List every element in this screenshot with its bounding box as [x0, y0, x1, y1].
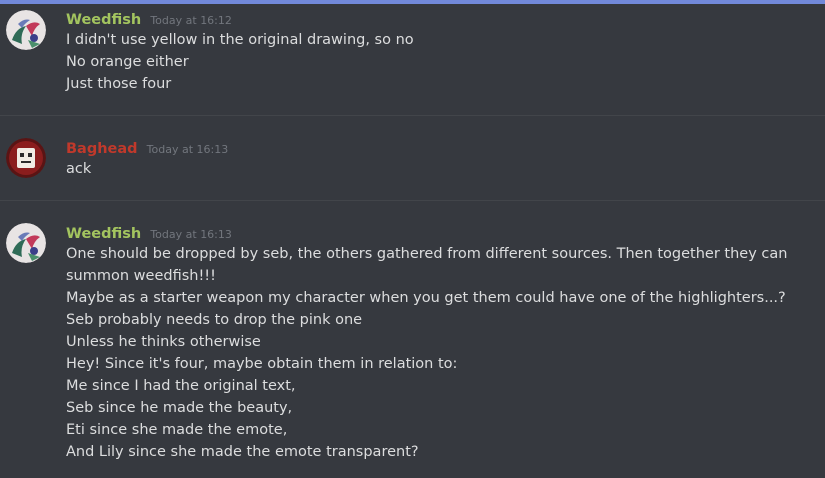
- message-content: I didn't use yellow in the original draw…: [66, 29, 796, 95]
- message-content: ack: [66, 158, 796, 180]
- message-divider: [0, 115, 825, 116]
- message-line: Hey! Since it's four, maybe obtain them …: [66, 356, 458, 372]
- top-accent-bar: [0, 0, 825, 4]
- message-line: Unless he thinks otherwise: [66, 334, 261, 350]
- baghead-avatar-icon: [6, 138, 46, 178]
- message-line: Just those four: [66, 76, 172, 92]
- message-header: Baghead Today at 16:13: [66, 138, 228, 157]
- weedfish-avatar-icon: [6, 10, 46, 50]
- message-line: Maybe as a starter weapon my character w…: [66, 290, 786, 306]
- message-line: ack: [66, 161, 92, 177]
- message-line: No orange either: [66, 54, 189, 70]
- message-line: Seb since he made the beauty,: [66, 400, 293, 416]
- timestamp[interactable]: Today at 16:13: [150, 228, 232, 241]
- username[interactable]: Baghead: [66, 141, 138, 157]
- user-avatar[interactable]: [6, 223, 46, 263]
- message-divider: [0, 200, 825, 201]
- user-avatar[interactable]: [6, 10, 46, 50]
- message-line: And Lily since she made the emote transp…: [66, 444, 419, 460]
- user-avatar[interactable]: [6, 138, 46, 178]
- timestamp[interactable]: Today at 16:12: [150, 14, 232, 27]
- weedfish-avatar-icon: [6, 223, 46, 263]
- message-header: Weedfish Today at 16:12: [66, 9, 232, 28]
- message-line: I didn't use yellow in the original draw…: [66, 32, 414, 48]
- message-content: One should be dropped by seb, the others…: [66, 243, 796, 463]
- message-line: Seb probably needs to drop the pink one: [66, 312, 363, 328]
- message-line: Me since I had the original text,: [66, 378, 296, 394]
- message-line: One should be dropped by seb, the others…: [66, 246, 788, 284]
- username[interactable]: Weedfish: [66, 12, 141, 28]
- timestamp[interactable]: Today at 16:13: [147, 143, 229, 156]
- username[interactable]: Weedfish: [66, 226, 141, 242]
- message-line: Eti since she made the emote,: [66, 422, 288, 438]
- message-header: Weedfish Today at 16:13: [66, 223, 232, 242]
